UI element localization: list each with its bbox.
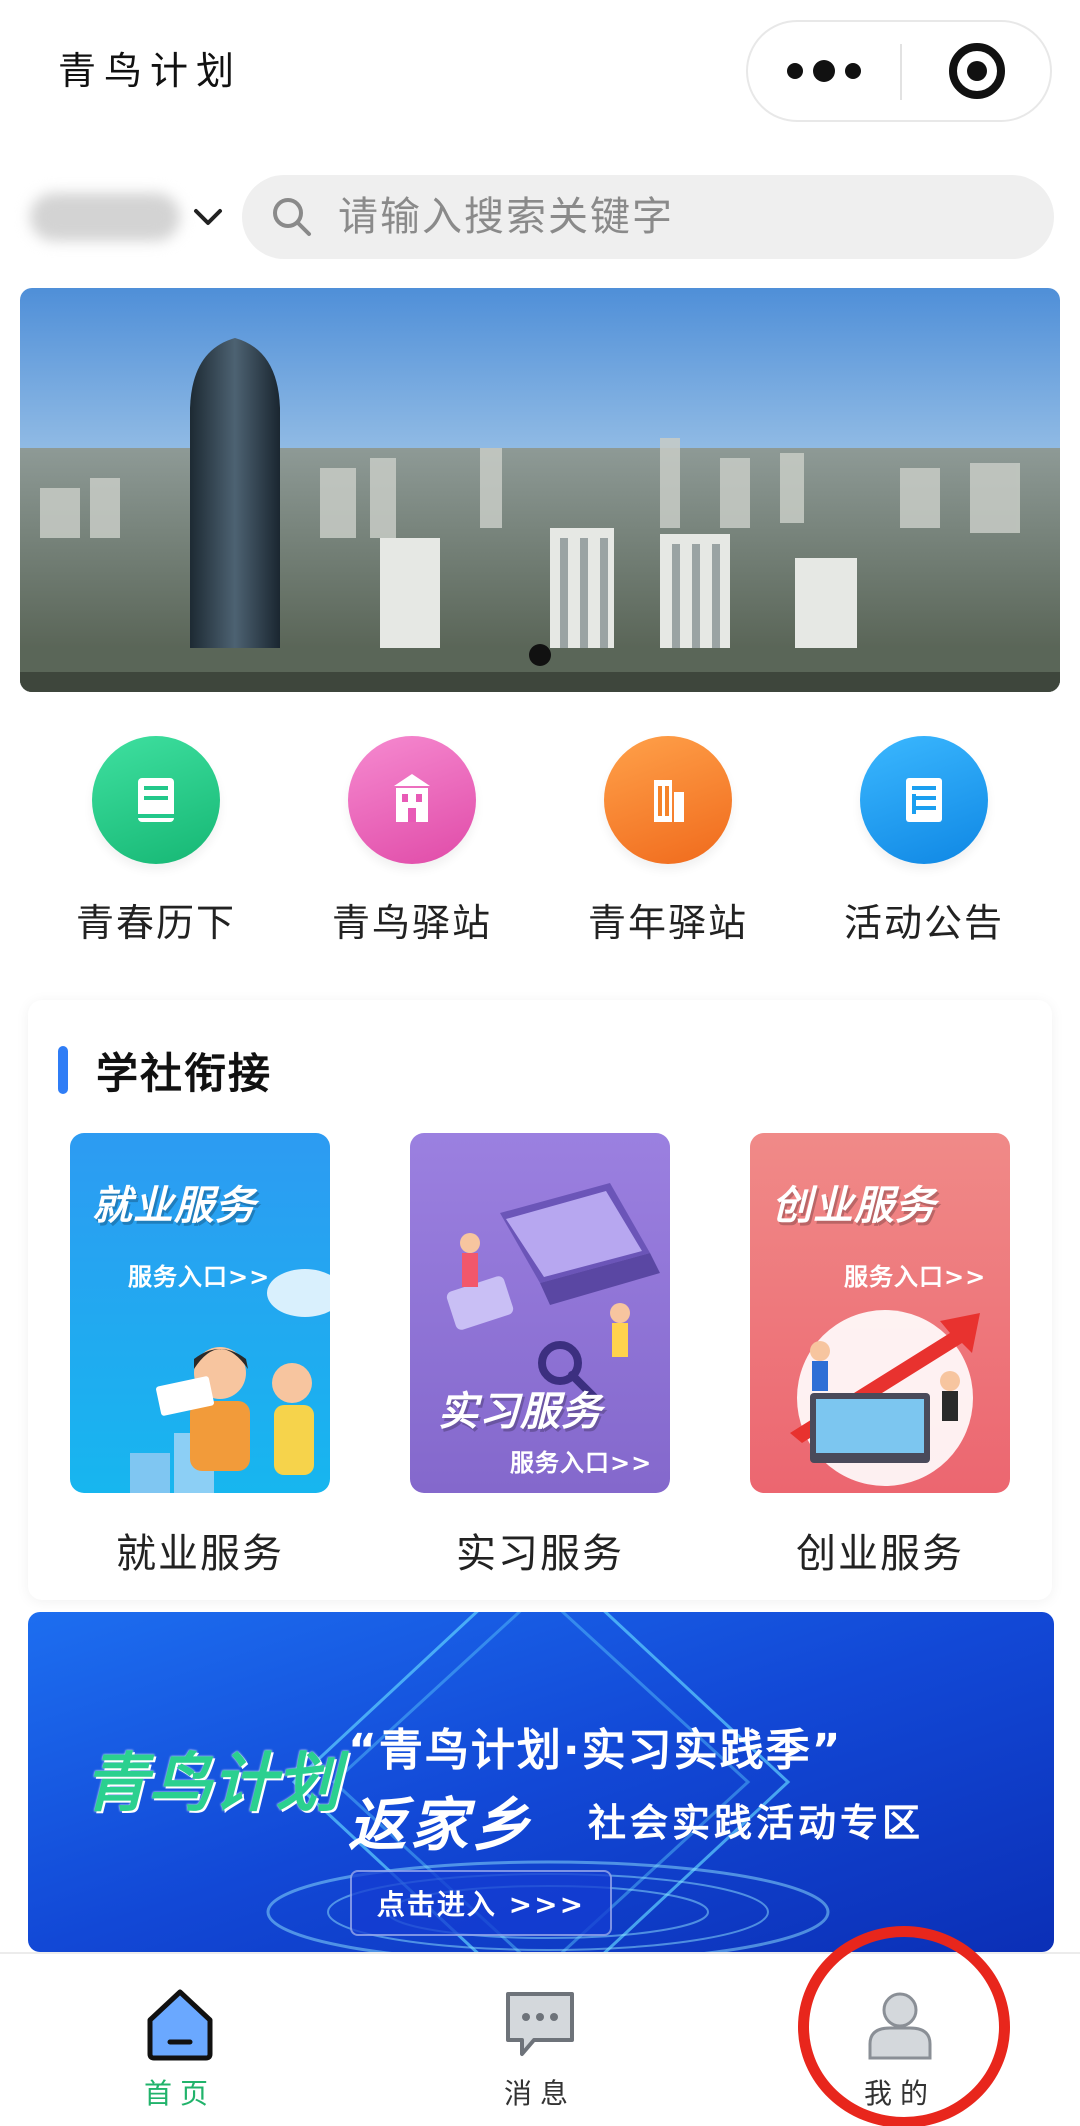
internship-service-card[interactable]: 服务入口>> 实习服务: [410, 1133, 670, 1493]
tower-icon: [604, 736, 732, 864]
banner-city-image: [20, 288, 1060, 692]
quick-item-activity-notice[interactable]: 活动公告: [794, 730, 1054, 950]
tab-label: 首页: [143, 2077, 216, 2110]
section-title: 学社衔接: [96, 1048, 273, 1098]
service-label: 实习服务: [456, 1531, 624, 1577]
quick-item-label: 青春历下: [75, 901, 236, 945]
internship-illustration: [410, 1133, 670, 1493]
carousel-dot-active: [529, 644, 551, 666]
quick-item-label: 青年驿站: [587, 901, 748, 945]
notice-icon: [860, 736, 988, 864]
section-accent-bar: [58, 1046, 68, 1094]
card-entry-link[interactable]: 服务入口>>: [844, 1257, 986, 1292]
tab-label: 消息: [503, 2077, 576, 2110]
carousel-indicator: [20, 644, 1060, 666]
blurred-location-text: [30, 193, 180, 241]
quick-menu: 青春历下 青鸟驿站 青年驿站 活动公告: [0, 730, 1080, 950]
service-entrepreneurship[interactable]: 创业服务 服务入口>> 创业服务: [750, 1133, 1010, 1579]
tab-messages[interactable]: 消息: [360, 1954, 720, 2126]
target-close-icon[interactable]: [902, 22, 1052, 120]
card-title: 就业服务: [92, 1183, 256, 1229]
quick-item-qingchun-lixia[interactable]: 青春历下: [26, 730, 286, 950]
quick-item-youth-station[interactable]: 青年驿站: [538, 730, 798, 950]
entrepreneurship-service-card[interactable]: 创业服务 服务入口>>: [750, 1133, 1010, 1493]
more-dots-icon[interactable]: [748, 22, 900, 120]
mini-program-capsule: [746, 20, 1052, 122]
qingniao-logo: 青鸟计划: [84, 1746, 340, 1821]
banner-carousel[interactable]: [20, 288, 1060, 692]
service-internship[interactable]: 服务入口>> 实习服务 实习服务: [410, 1133, 670, 1579]
book-icon: [92, 736, 220, 864]
message-icon: [506, 1992, 574, 2056]
tab-home[interactable]: 首页: [0, 1954, 360, 2126]
promo-banner[interactable]: 青鸟计划 “青鸟计划·实习实践季” 返家乡 社会实践活动专区 点击进入 >>>: [28, 1612, 1054, 1952]
location-selector[interactable]: [20, 185, 222, 249]
card-title: 实习服务: [438, 1389, 602, 1435]
enter-button[interactable]: 点击进入 >>>: [350, 1870, 612, 1936]
app-title: 青鸟计划: [58, 49, 243, 93]
card-entry-link[interactable]: 服务入口>>: [510, 1443, 652, 1478]
search-input[interactable]: [338, 175, 1028, 259]
chevron-down-icon: [194, 209, 222, 225]
card-entry-link[interactable]: 服务入口>>: [128, 1257, 270, 1292]
promo-headline: “青鸟计划·实习实践季”: [348, 1725, 843, 1776]
quick-item-label: 青鸟驿站: [331, 901, 492, 945]
school-society-section: 学社衔接 就业服务 服务入口>> 就业服务 服务入口>> 实习服务 实习服务 创…: [28, 1000, 1052, 1600]
red-annotation-circle: [798, 1926, 1010, 2126]
service-label: 就业服务: [116, 1531, 284, 1577]
service-label: 创业服务: [796, 1531, 964, 1577]
search-bar[interactable]: [242, 175, 1054, 259]
home-icon: [147, 1989, 213, 2061]
employment-service-card[interactable]: 就业服务 服务入口>>: [70, 1133, 330, 1493]
promo-zone-text: 社会实践活动专区: [588, 1801, 925, 1845]
search-icon: [273, 198, 311, 236]
quick-item-label: 活动公告: [843, 901, 1004, 945]
promo-subheadline: 返家乡: [348, 1791, 535, 1859]
quick-item-qingniao-station[interactable]: 青鸟驿站: [282, 730, 542, 950]
building-icon: [348, 736, 476, 864]
service-employment[interactable]: 就业服务 服务入口>> 就业服务: [70, 1133, 330, 1579]
top-bar: 青鸟计划: [0, 0, 1080, 150]
card-title: 创业服务: [772, 1183, 936, 1229]
section-header: 学社衔接: [58, 1040, 272, 1100]
